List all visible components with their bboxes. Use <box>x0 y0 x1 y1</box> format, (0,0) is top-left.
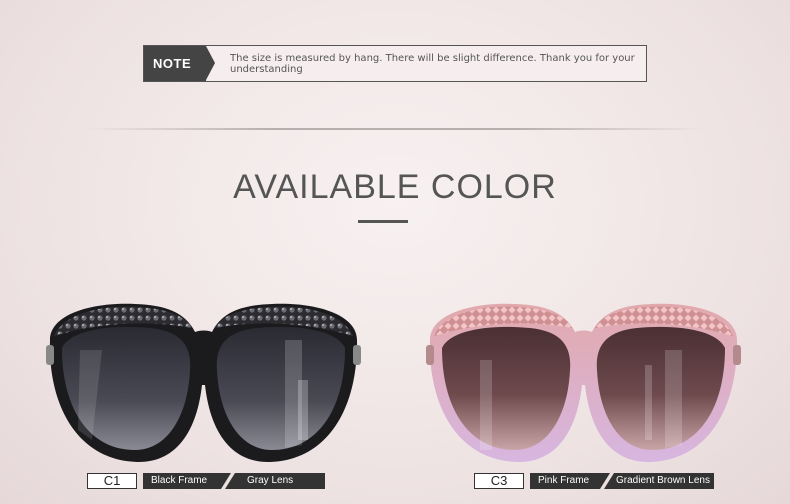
note-text: The size is measured by hang. There will… <box>230 53 635 75</box>
note-banner: NOTE The size is measured by hang. There… <box>143 45 647 82</box>
note-tag: NOTE <box>144 46 215 81</box>
sunglasses-pink-image <box>426 303 741 463</box>
sunglasses-black-image <box>46 303 361 463</box>
variant-code: C1 <box>87 473 137 489</box>
frame-label: Pink Frame <box>530 473 610 489</box>
section-title: AVAILABLE COLOR <box>233 168 557 206</box>
frame-label: Black Frame <box>143 473 231 489</box>
title-underline <box>358 220 408 223</box>
variant-code: C3 <box>474 473 524 489</box>
lens-label: Gray Lens <box>225 473 325 489</box>
divider-line <box>85 128 705 130</box>
lens-label: Gradient Brown Lens <box>604 473 714 489</box>
